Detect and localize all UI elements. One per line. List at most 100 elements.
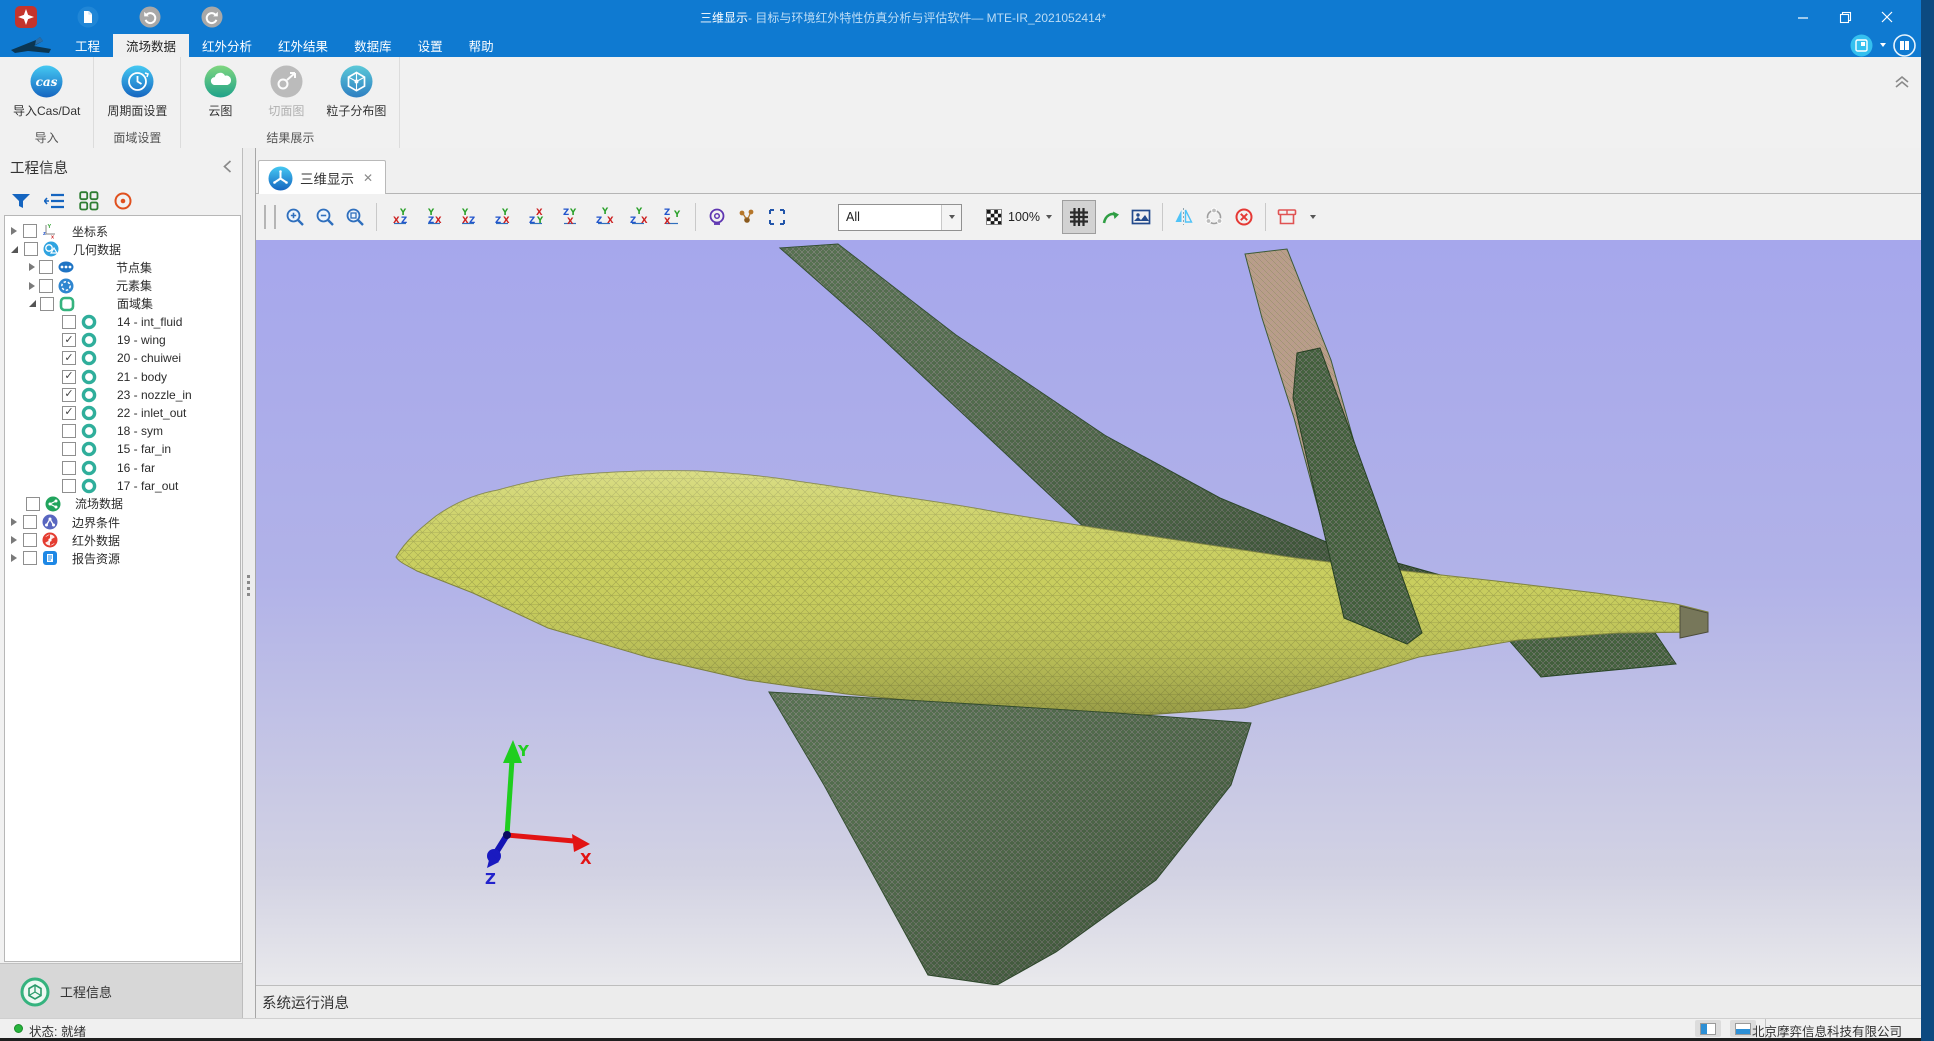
view-iso3-icon[interactable]: ZXY: [655, 202, 689, 232]
view-iso1-icon[interactable]: YZX: [587, 202, 621, 232]
tree-checkbox[interactable]: ✓: [62, 333, 76, 347]
marquee-select-icon[interactable]: [762, 202, 792, 232]
tree-checkbox[interactable]: [62, 442, 76, 456]
filter-funnel-icon[interactable]: [10, 190, 32, 212]
combobox-dropdown-icon[interactable]: [941, 205, 961, 230]
view-iso2-icon[interactable]: YZX: [621, 202, 655, 232]
tree-row-元素集[interactable]: 元素集: [5, 277, 240, 295]
panel-collapse-icon[interactable]: [218, 157, 236, 175]
export-box-icon[interactable]: [1272, 202, 1302, 232]
view-zy-icon[interactable]: XZY: [519, 202, 553, 232]
tree-checkbox[interactable]: [23, 224, 37, 238]
ribbon-button-导入Cas/Dat[interactable]: cas导入Cas/Dat: [6, 61, 87, 120]
ribbon-collapse-icon[interactable]: [1892, 73, 1912, 89]
tree-row-23 - nozzle_in[interactable]: ✓23 - nozzle_in: [5, 386, 240, 404]
tree-row-坐标系[interactable]: Yzx坐标系: [5, 222, 240, 240]
tree-checkbox[interactable]: [40, 297, 54, 311]
tree-checkbox[interactable]: ✓: [62, 406, 76, 420]
tree-row-19 - wing[interactable]: ✓19 - wing: [5, 331, 240, 349]
tree-expander-icon[interactable]: [29, 282, 35, 290]
tree-row-20 - chuiwei[interactable]: ✓20 - chuiwei: [5, 349, 240, 367]
ribbon-button-粒子分布图[interactable]: 粒子分布图: [319, 61, 393, 120]
display-filter-combobox[interactable]: All: [838, 204, 962, 231]
menu-item-数据库[interactable]: 数据库: [341, 34, 405, 57]
tree-expander-icon[interactable]: [29, 263, 35, 271]
menu-item-红外结果[interactable]: 红外结果: [265, 34, 341, 57]
tree-row-节点集[interactable]: 节点集: [5, 258, 240, 276]
export-caret-icon[interactable]: [1310, 215, 1316, 219]
layout-caret-icon[interactable]: [1880, 43, 1886, 47]
ribbon-button-切面图[interactable]: 切面图: [253, 61, 319, 120]
zoom-out-icon[interactable]: [310, 202, 340, 232]
tree-row-流场数据[interactable]: 流场数据: [5, 495, 240, 513]
tree-checkbox[interactable]: ✓: [62, 351, 76, 365]
tree-row-22 - inlet_out[interactable]: ✓22 - inlet_out: [5, 404, 240, 422]
menu-item-帮助[interactable]: 帮助: [456, 34, 507, 57]
ribbon-button-周期面设置[interactable]: 周期面设置: [100, 61, 174, 120]
toolbar-drag-handle[interactable]: [264, 205, 276, 229]
probe-icon[interactable]: [702, 202, 732, 232]
tree-checkbox[interactable]: [39, 260, 53, 274]
target-locate-icon[interactable]: [112, 190, 134, 212]
new-doc-icon[interactable]: [76, 5, 100, 29]
tree-checkbox[interactable]: [39, 279, 53, 293]
view-zx-icon[interactable]: YZX: [417, 202, 451, 232]
window-layout-icon[interactable]: [1850, 34, 1873, 57]
tree-row-21 - body[interactable]: ✓21 - body: [5, 368, 240, 386]
opacity-control[interactable]: 100%: [986, 209, 1052, 225]
opacity-caret-icon[interactable]: [1046, 215, 1052, 219]
tree-checkbox[interactable]: [23, 533, 37, 547]
mirror-icon[interactable]: [1169, 202, 1199, 232]
tree-expander-icon[interactable]: [11, 518, 17, 526]
tree-checkbox[interactable]: [26, 497, 40, 511]
menu-item-流场数据[interactable]: 流场数据: [113, 34, 189, 57]
tree-row-报告资源[interactable]: 报告资源: [5, 549, 240, 567]
tree-expander-icon[interactable]: [11, 554, 17, 562]
clear-all-icon[interactable]: [1229, 202, 1259, 232]
tree-checkbox[interactable]: [62, 461, 76, 475]
tab-close-icon[interactable]: ✕: [363, 171, 373, 185]
view-xz2-icon[interactable]: YXZ: [451, 202, 485, 232]
tree-checkbox[interactable]: [23, 515, 37, 529]
mesh-grid-toggle[interactable]: [1062, 200, 1096, 234]
splitter-handle[interactable]: [247, 575, 250, 596]
redo-icon[interactable]: [200, 5, 224, 29]
menu-item-设置[interactable]: 设置: [405, 34, 456, 57]
tree-row-17 - far_out[interactable]: 17 - far_out: [5, 477, 240, 495]
project-panel-bottom-tab[interactable]: 工程信息: [0, 963, 242, 1019]
help-book-icon[interactable]: [1893, 34, 1916, 57]
tree-checkbox[interactable]: ✓: [62, 370, 76, 384]
grid-view-icon[interactable]: [78, 190, 100, 212]
viewport-canvas[interactable]: Y X Z: [256, 240, 1921, 985]
close-button[interactable]: [1866, 0, 1908, 34]
tree-checkbox[interactable]: [23, 551, 37, 565]
tree-expander-icon[interactable]: [11, 536, 17, 544]
undo-icon[interactable]: [138, 5, 162, 29]
tab-3d-view[interactable]: 三维显示 ✕: [258, 160, 386, 195]
tree-expander-icon[interactable]: [29, 300, 36, 307]
view-zyx-icon[interactable]: ZYX: [553, 202, 587, 232]
tree-checkbox[interactable]: [62, 479, 76, 493]
tree-row-边界条件[interactable]: 边界条件: [5, 513, 240, 531]
tree-checkbox[interactable]: [62, 315, 76, 329]
tree-row-16 - far[interactable]: 16 - far: [5, 458, 240, 476]
tree-checkbox[interactable]: ✓: [62, 388, 76, 402]
particle-pick-icon[interactable]: [732, 202, 762, 232]
view-zx2-icon[interactable]: YZX: [485, 202, 519, 232]
tree-row-14 - int_fluid[interactable]: 14 - int_fluid: [5, 313, 240, 331]
menu-item-红外分析[interactable]: 红外分析: [189, 34, 265, 57]
tree-checkbox[interactable]: [24, 242, 38, 256]
zoom-in-icon[interactable]: [280, 202, 310, 232]
tree-expander-icon[interactable]: [11, 227, 17, 235]
tree-row-红外数据[interactable]: 红外数据: [5, 531, 240, 549]
view-xz-icon[interactable]: YXZ: [383, 202, 417, 232]
app-logo-red-icon[interactable]: [14, 5, 38, 29]
minimize-button[interactable]: [1782, 0, 1824, 34]
export-arrow-icon[interactable]: [1096, 202, 1126, 232]
menu-item-工程[interactable]: 工程: [62, 34, 113, 57]
orbit-nodes-icon[interactable]: [1199, 202, 1229, 232]
tree-row-面域集[interactable]: 面域集: [5, 295, 240, 313]
restore-button[interactable]: [1824, 0, 1866, 34]
zoom-fit-icon[interactable]: [340, 202, 370, 232]
snapshot-icon[interactable]: [1126, 202, 1156, 232]
